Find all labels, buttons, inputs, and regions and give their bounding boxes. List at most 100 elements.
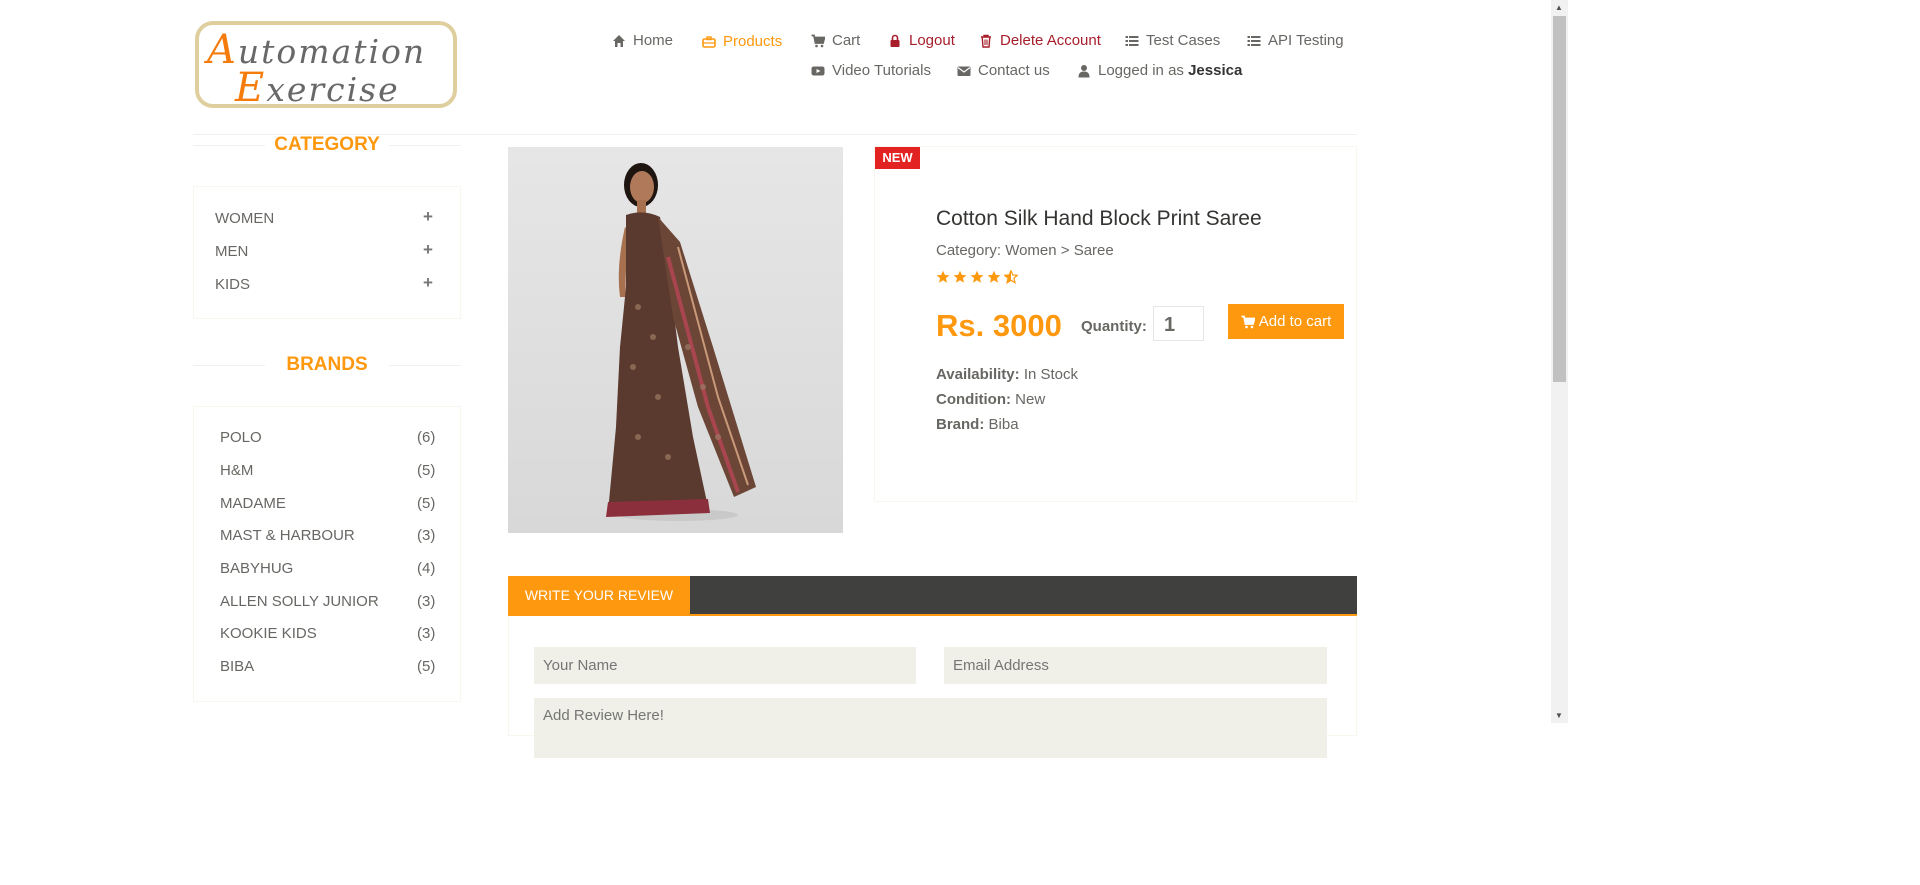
brand-link[interactable]: MAST & HARBOUR	[220, 527, 355, 544]
logo-line-2: Exercise	[235, 65, 400, 111]
scrollbar-thumb[interactable]	[1553, 16, 1566, 382]
brand-label: Brand:	[936, 416, 985, 433]
star-half-icon	[1004, 270, 1018, 284]
brand-link[interactable]: BIBA	[220, 658, 254, 675]
category-heading: CATEGORY	[193, 134, 461, 156]
logged-in-username: Jessica	[1188, 62, 1243, 79]
nav-test-cases[interactable]: Test Cases	[1125, 32, 1220, 49]
cart-icon	[811, 34, 825, 48]
heading-rule-right	[389, 365, 461, 366]
category-panel: WOMEN + MEN + KIDS +	[193, 186, 461, 319]
category-title: CATEGORY	[274, 134, 380, 155]
nav-logout[interactable]: Logout	[888, 32, 955, 49]
review-name-input[interactable]	[534, 647, 916, 684]
brand-count: (5)	[417, 495, 436, 512]
brands-panel: POLO (6) H&M (5) MADAME (5) MAST & HARBO…	[193, 406, 461, 702]
expand-men-icon[interactable]: +	[423, 240, 433, 260]
brand-link[interactable]: KOOKIE KIDS	[220, 625, 317, 642]
nav-test-cases-label: Test Cases	[1146, 32, 1221, 49]
list-icon	[1125, 34, 1139, 48]
heading-rule-right	[389, 145, 461, 146]
nav-contact-us[interactable]: Contact us	[957, 62, 1050, 79]
expand-women-icon[interactable]: +	[423, 207, 433, 227]
brands-title: BRANDS	[286, 354, 368, 375]
scroll-up-icon[interactable]: ▲	[1555, 3, 1563, 12]
list-icon	[1247, 34, 1261, 48]
logo-cap-e: E	[235, 65, 267, 111]
review-text-input[interactable]	[534, 698, 1327, 758]
product-price: Rs. 3000	[936, 308, 1062, 343]
availability-value: In Stock	[1023, 366, 1079, 383]
product-rating	[936, 270, 1018, 284]
brand-count: (3)	[417, 625, 436, 642]
user-icon	[1077, 64, 1091, 78]
star-icon	[953, 270, 967, 283]
envelope-icon	[957, 64, 971, 78]
condition-row: Condition: New	[936, 391, 1045, 408]
category-kids[interactable]: KIDS	[215, 276, 250, 293]
brand-count: (4)	[417, 560, 436, 577]
expand-kids-icon[interactable]: +	[423, 273, 433, 293]
new-badge: NEW	[875, 147, 920, 169]
heading-rule-left	[193, 145, 265, 146]
logo-text-2: xercise	[266, 70, 400, 109]
logo-cap-a: A	[207, 27, 238, 73]
brands-heading: BRANDS	[193, 354, 461, 376]
brand-count: (6)	[417, 429, 436, 446]
quantity-input[interactable]	[1153, 306, 1204, 341]
brand-link[interactable]: MADAME	[220, 495, 286, 512]
lock-icon	[888, 34, 902, 48]
product-title: Cotton Silk Hand Block Print Saree	[936, 207, 1262, 230]
brand-value: Biba	[988, 416, 1019, 433]
trash-icon	[979, 34, 993, 48]
brand-count: (5)	[417, 658, 436, 675]
youtube-play-icon	[811, 64, 825, 78]
brand-count: (5)	[417, 462, 436, 479]
nav-home[interactable]: Home	[612, 32, 673, 49]
condition-value: New	[1015, 391, 1046, 408]
availability-row: Availability: In Stock	[936, 366, 1078, 383]
category-women[interactable]: WOMEN	[215, 210, 274, 227]
nav-api-testing[interactable]: API Testing	[1247, 32, 1344, 49]
nav-logout-label: Logout	[909, 32, 955, 49]
logged-in-prefix: Logged in as	[1098, 62, 1184, 79]
nav-video-tutorials[interactable]: Video Tutorials	[811, 62, 931, 79]
nav-cart[interactable]: Cart	[811, 32, 860, 49]
nav-contact-us-label: Contact us	[978, 62, 1050, 79]
scroll-down-icon[interactable]: ▼	[1555, 711, 1563, 720]
brand-count: (3)	[417, 527, 436, 544]
star-icon	[987, 270, 1001, 283]
brand-link[interactable]: POLO	[220, 429, 262, 446]
product-image	[508, 147, 843, 533]
star-icon	[936, 270, 950, 283]
heading-rule-left	[193, 365, 265, 366]
nav-products-label: Products	[723, 33, 783, 50]
write-review-tab[interactable]: WRITE YOUR REVIEW	[508, 576, 690, 615]
add-to-cart-label: Add to cart	[1258, 313, 1332, 330]
nav-api-testing-label: API Testing	[1268, 32, 1344, 49]
nav-products[interactable]: Products	[702, 33, 782, 50]
star-icon	[970, 270, 984, 283]
quantity-label: Quantity:	[1081, 318, 1147, 335]
brand-link[interactable]: H&M	[220, 462, 253, 479]
home-icon	[612, 34, 626, 48]
briefcase-icon	[702, 35, 716, 49]
brand-row: Brand: Biba	[936, 416, 1019, 433]
condition-label: Condition:	[936, 391, 1011, 408]
review-email-input[interactable]	[944, 647, 1327, 684]
category-men[interactable]: MEN	[215, 243, 248, 260]
cart-icon	[1241, 315, 1255, 329]
nav-cart-label: Cart	[832, 32, 861, 49]
brand-link[interactable]: BABYHUG	[220, 560, 293, 577]
nav-video-tutorials-label: Video Tutorials	[832, 62, 931, 79]
availability-label: Availability:	[936, 366, 1020, 383]
nav-logged-in: Logged in as Jessica	[1077, 62, 1242, 79]
brand-count: (3)	[417, 593, 436, 610]
nav-delete-account[interactable]: Delete Account	[979, 32, 1101, 49]
nav-delete-account-label: Delete Account	[1000, 32, 1101, 49]
add-to-cart-button[interactable]: Add to cart	[1228, 304, 1344, 339]
nav-home-label: Home	[633, 32, 674, 49]
brand-link[interactable]: ALLEN SOLLY JUNIOR	[220, 593, 379, 610]
product-category: Category: Women > Saree	[936, 242, 1114, 259]
site-logo[interactable]: Automation Exercise	[195, 21, 457, 111]
